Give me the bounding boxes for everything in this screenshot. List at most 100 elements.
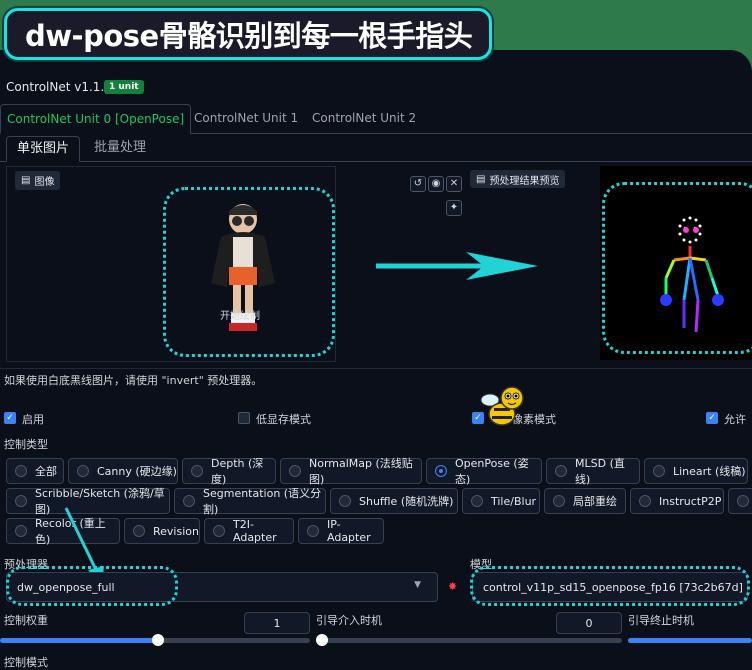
control-type-ip-adapter[interactable]: IP-Adapter xyxy=(298,518,384,544)
control-weight-thumb[interactable] xyxy=(152,634,164,646)
control-type-all[interactable]: 全部 xyxy=(6,458,64,484)
start-drawing-overlay[interactable]: 开始绘制 xyxy=(220,307,260,322)
control-type-more[interactable] xyxy=(728,488,752,514)
model-highlight xyxy=(470,566,750,606)
radio-dot xyxy=(213,525,225,537)
control-type-revision[interactable]: Revision xyxy=(124,518,200,544)
control-type-tile-label: Tile/Blur xyxy=(491,494,537,508)
control-type-depth[interactable]: Depth (深度) xyxy=(182,457,276,486)
low-vram-label: 低显存模式 xyxy=(256,413,311,426)
control-type-openpose[interactable]: OpenPose (姿态) xyxy=(426,457,542,486)
end-step-fill xyxy=(628,638,752,643)
control-weight-input[interactable]: 1 xyxy=(244,612,310,634)
control-weight-label: 控制权重 xyxy=(4,614,48,627)
preview-label[interactable]: ▤ 预处理结果预览 xyxy=(470,170,566,188)
allow-preview-checkbox[interactable]: ✓ xyxy=(706,412,718,424)
control-type-shuffle[interactable]: Shuffle (随机洗牌) xyxy=(330,488,458,514)
control-type-ip-adapter-label: IP-Adapter xyxy=(327,518,371,544)
unit-tabs: ControlNet Unit 0 [OpenPose] ControlNet … xyxy=(0,104,752,134)
image-label: ▤ 图像 xyxy=(15,171,61,190)
control-weight-slider[interactable] xyxy=(0,634,310,646)
start-step-thumb[interactable] xyxy=(316,634,328,646)
image-icon: ▤ xyxy=(21,175,31,186)
rotate-icon[interactable]: ↺ xyxy=(410,176,426,192)
preprocessor-highlight xyxy=(6,566,178,606)
preview-label-text: 预处理结果预览 xyxy=(489,175,560,187)
close-icon[interactable]: ✕ xyxy=(446,176,462,192)
radio-dot xyxy=(307,525,319,537)
control-type-segmentation[interactable]: Segmentation (语义分割) xyxy=(174,487,326,516)
unit-count-badge: 1 unit xyxy=(104,80,144,94)
allow-preview-label: 允许 xyxy=(724,413,746,426)
start-step-label: 引导介入时机 xyxy=(316,614,382,627)
control-type-instructp2p-label: InstructP2P xyxy=(659,494,722,508)
arrow-icon xyxy=(376,252,538,280)
tab-unit-2[interactable]: ControlNet Unit 2 xyxy=(306,104,422,134)
control-type-openpose-label: OpenPose (姿态) xyxy=(455,457,529,486)
control-type-shuffle-label: Shuffle (随机洗牌) xyxy=(359,495,454,508)
control-type-segmentation-label: Segmentation (语义分割) xyxy=(203,487,322,516)
radio-dot xyxy=(15,525,27,537)
control-type-depth-label: Depth (深度) xyxy=(211,457,264,486)
control-type-inpaint-label: 局部重绘 xyxy=(573,495,617,508)
start-step-slider[interactable] xyxy=(316,634,622,646)
radio-dot xyxy=(339,495,351,507)
control-type-tile[interactable]: Tile/Blur xyxy=(462,488,540,514)
image-label-text: 图像 xyxy=(34,177,55,188)
start-step-input[interactable]: 0 xyxy=(556,612,622,634)
tab-batch[interactable]: 批量处理 xyxy=(84,136,156,162)
radio-dot xyxy=(553,495,565,507)
divider xyxy=(0,368,752,369)
control-type-normalmap[interactable]: NormalMap (法线贴图) xyxy=(280,457,422,486)
enable-label: 启用 xyxy=(22,413,44,426)
input-image-panel[interactable]: ▤ 图像 开始绘制 xyxy=(6,166,336,362)
pose-skeleton xyxy=(660,216,724,333)
control-type-all-label: 全部 xyxy=(35,465,57,478)
camera-icon[interactable]: ◉ xyxy=(428,176,444,192)
control-type-label: 控制类型 xyxy=(4,438,48,451)
tab-single-image[interactable]: 单张图片 xyxy=(6,136,81,162)
radio-dot xyxy=(133,525,145,537)
radio-dot xyxy=(737,495,749,507)
control-type-inpaint[interactable]: 局部重绘 xyxy=(544,488,626,514)
radio-dot-selected xyxy=(435,465,447,477)
radio-dot xyxy=(15,465,27,477)
control-mode-label: 控制模式 xyxy=(4,656,48,669)
radio-dot xyxy=(77,465,89,477)
control-type-instructp2p[interactable]: InstructP2P xyxy=(630,488,724,514)
bee-icon xyxy=(480,386,524,426)
tab-unit-0[interactable]: ControlNet Unit 0 [OpenPose] xyxy=(0,104,192,134)
control-type-lineart[interactable]: Lineart (线稿) xyxy=(644,458,748,484)
control-type-mlsd[interactable]: MLSD (直线) xyxy=(546,457,640,486)
enable-checkbox[interactable]: ✓ xyxy=(4,412,16,424)
radio-dot xyxy=(183,495,195,507)
tab-unit-1[interactable]: ControlNet Unit 1 xyxy=(188,104,304,134)
controlnet-app: ControlNet v1.1.409 1 unit ControlNet Un… xyxy=(0,50,752,670)
radio-dot xyxy=(639,495,651,507)
control-weight-fill xyxy=(0,638,158,643)
control-type-mlsd-label: MLSD (直线) xyxy=(575,457,625,486)
input-photo xyxy=(211,204,275,331)
control-type-canny[interactable]: Canny (硬边缘) xyxy=(68,458,178,484)
control-type-canny-label: Canny (硬边缘) xyxy=(97,465,177,478)
radio-dot xyxy=(653,465,665,477)
preview-image-icon: ▤ xyxy=(476,173,486,185)
low-vram-checkbox[interactable] xyxy=(238,412,250,424)
radio-dot xyxy=(471,495,483,507)
end-step-label: 引导终止时机 xyxy=(628,614,694,627)
title-banner: dw-pose骨骼识别到每一根手指头 xyxy=(4,8,492,60)
radio-dot xyxy=(555,465,567,477)
input-mode-tabs: 单张图片 批量处理 xyxy=(0,136,752,162)
radio-dot xyxy=(15,495,27,507)
preprocess-run-icon[interactable]: ✦ xyxy=(446,200,462,216)
control-type-t2i-adapter[interactable]: T2I-Adapter xyxy=(204,518,294,544)
banner-text: dw-pose骨骼识别到每一根手指头 xyxy=(25,19,473,53)
explode-icon[interactable]: ✸ xyxy=(448,580,457,593)
control-type-t2i-adapter-label: T2I-Adapter xyxy=(233,518,277,544)
control-type-revision-label: Revision xyxy=(153,524,199,538)
end-step-slider[interactable] xyxy=(628,638,752,643)
invert-hint: 如果使用白底黑线图片，请使用 "invert" 预处理器。 xyxy=(4,374,263,387)
control-type-normalmap-label: NormalMap (法线贴图) xyxy=(309,457,413,486)
control-type-lineart-label: Lineart (线稿) xyxy=(673,465,746,478)
radio-dot xyxy=(289,465,301,477)
